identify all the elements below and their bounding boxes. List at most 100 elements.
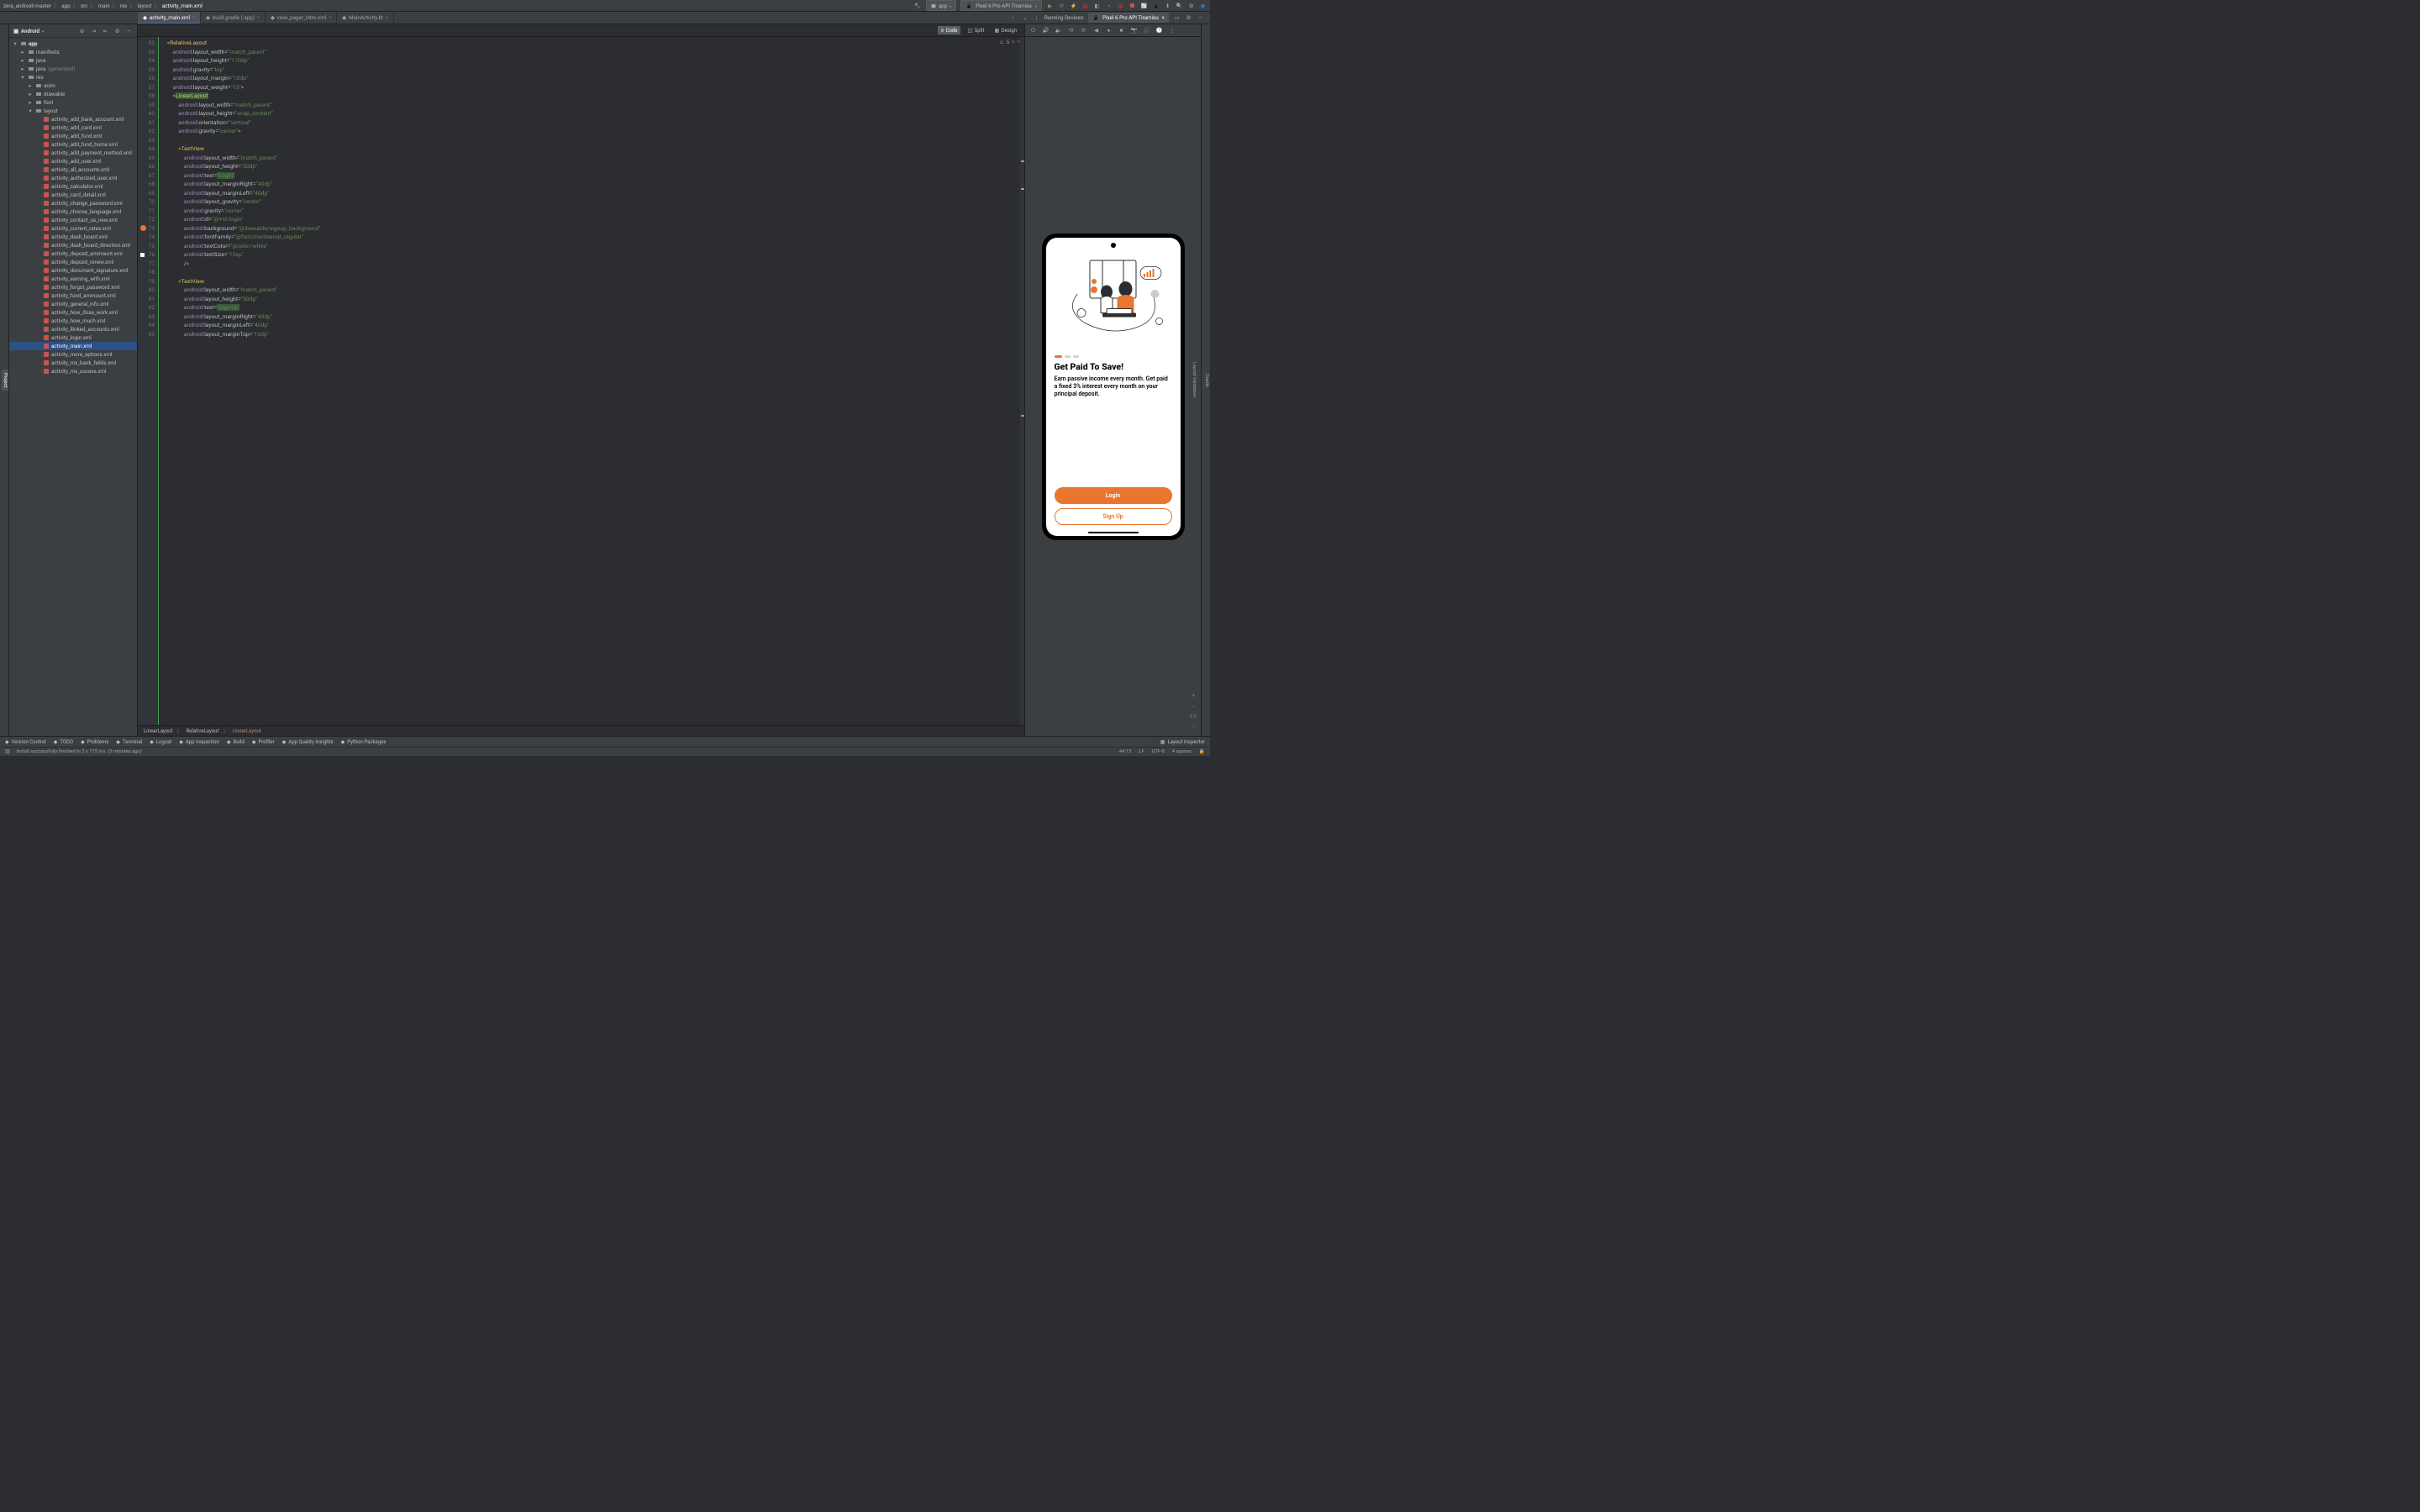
tree-file[interactable]: activity_change_password.xml xyxy=(9,199,137,207)
tool-window-tab[interactable]: Gradle xyxy=(1203,370,1210,391)
project-view-selector[interactable]: ▣ Android xyxy=(13,28,44,34)
home-icon[interactable]: ● xyxy=(1105,27,1113,34)
bottom-tool-button[interactable]: ◆Build xyxy=(227,739,245,745)
tree-root[interactable]: ▾app xyxy=(9,39,137,48)
vol-up-icon[interactable]: 🔊 xyxy=(1042,27,1050,34)
bottom-tool-button[interactable]: ◆App Inspection xyxy=(179,739,219,745)
bottom-tool-button[interactable]: ◆TODO xyxy=(54,739,73,745)
editor-tab[interactable]: ◆view_pager_intro.xml× xyxy=(266,12,337,24)
tree-file[interactable]: activity_authorized_user.xml xyxy=(9,174,137,182)
editor-tab[interactable]: ◆activity_main.xml× xyxy=(138,12,201,24)
code-crumb[interactable]: RelativeLayout xyxy=(186,728,218,734)
mode-split[interactable]: ◫Split xyxy=(964,26,987,34)
editor-tab[interactable]: ◆build.gradle (:app)× xyxy=(201,12,266,24)
bottom-tool-button[interactable]: ◆Python Packages xyxy=(341,739,387,745)
tree-file[interactable]: activity_mx_sucess.xml xyxy=(9,367,137,375)
tool-window-tab[interactable]: Project xyxy=(2,370,8,391)
code-text[interactable]: <RelativeLayout android:layout_width="ma… xyxy=(158,37,1024,725)
tree-file[interactable]: activity_fund_ammount.xml xyxy=(9,291,137,300)
breadcrumb-item[interactable]: res xyxy=(120,3,128,9)
tree-file[interactable]: activity_deposit_ammount.xml xyxy=(9,249,137,258)
tree-file[interactable]: activity_add_payment_method.xml xyxy=(9,149,137,157)
tree-file[interactable]: activity_main.xml xyxy=(9,342,137,350)
tree-file[interactable]: activity_how_much.xml xyxy=(9,317,137,325)
profile-icon[interactable]: ◔ xyxy=(1105,2,1113,9)
snapshot-icon[interactable]: 🕐 xyxy=(1155,27,1163,34)
tree-folder[interactable]: ▸drawable xyxy=(9,90,137,98)
tree-file[interactable]: activity_llinked_accounts.xml xyxy=(9,325,137,333)
code-breadcrumbs[interactable]: LinearLayout〉RelativeLayout〉LinearLayout xyxy=(138,725,1024,736)
signup-button[interactable]: Sign Up xyxy=(1055,508,1172,525)
build-icon[interactable]: 🔨 xyxy=(914,2,922,9)
run-config-combo[interactable]: ▣ app xyxy=(926,0,957,11)
tree-file[interactable]: activity_contact_us_new.xml xyxy=(9,216,137,224)
tree-file[interactable]: activity_current_rates.xml xyxy=(9,224,137,233)
chevron-up-icon[interactable]: ˄ xyxy=(1012,39,1015,45)
breadcrumb-item[interactable]: src xyxy=(81,3,88,9)
breadcrumb-item[interactable]: main xyxy=(98,3,110,9)
tree-file[interactable]: activity_how_dose_work.xml xyxy=(9,308,137,317)
power-icon[interactable]: ⏻ xyxy=(1029,27,1037,34)
zoom-label[interactable]: 1:1 xyxy=(1190,715,1197,720)
indent[interactable]: 4 spaces xyxy=(1172,749,1192,754)
layout-inspector-button[interactable]: ▦Layout Inspector xyxy=(1160,739,1205,745)
bottom-tool-button[interactable]: ◆App Quality Insights xyxy=(282,739,334,745)
tree-folder[interactable]: ▸font xyxy=(9,98,137,107)
tree-folder[interactable]: ▸manifests xyxy=(9,48,137,56)
tree-file[interactable]: activity_document_signature.xml xyxy=(9,266,137,275)
vol-down-icon[interactable]: 🔉 xyxy=(1055,27,1062,34)
mode-design[interactable]: ▦Design xyxy=(991,26,1020,34)
gutter[interactable]: 5253545556575859606162636465666768697071… xyxy=(138,37,158,725)
breadcrumb-item[interactable]: app xyxy=(61,3,70,9)
tree-file[interactable]: activity_add_fund_home.xml xyxy=(9,140,137,149)
tree-file[interactable]: activity_add_bank_account.xml xyxy=(9,115,137,123)
scrollbar-minimap[interactable] xyxy=(1020,37,1024,725)
editor-tab[interactable]: ◆MainActivity.kt× xyxy=(337,12,394,24)
search-icon[interactable]: 🔍 xyxy=(1176,2,1183,9)
rotate-right-icon[interactable]: ⟳ xyxy=(1080,27,1087,34)
apply-code-icon[interactable]: ⚡ xyxy=(1070,2,1077,9)
tree-file[interactable]: activity_mx_bank_feilds.xml xyxy=(9,359,137,367)
tree-file[interactable]: activity_general_info.xml xyxy=(9,300,137,308)
hide-icon[interactable]: — xyxy=(1197,14,1204,22)
device-screen[interactable]: Get Paid To Save! Earn passive income ev… xyxy=(1046,238,1181,536)
bottom-tool-button[interactable]: ◆Version Control xyxy=(5,739,46,745)
expand-icon[interactable]: ⇥ xyxy=(90,27,97,34)
bottom-tool-button[interactable]: ◆Terminal xyxy=(116,739,142,745)
avd-icon[interactable]: 📱 xyxy=(1152,2,1160,9)
debug-button[interactable]: 🐞 xyxy=(1081,2,1089,9)
inspection-badge[interactable]: ⚠ 5 ˄ ˅ xyxy=(999,39,1020,45)
settings-icon[interactable]: ⚙ xyxy=(1187,2,1195,9)
caret-position[interactable]: 44:13 xyxy=(1119,749,1131,754)
close-icon[interactable]: × xyxy=(329,15,331,20)
rotate-left-icon[interactable]: ⟲ xyxy=(1067,27,1075,34)
tree-file[interactable]: activity_card_detail.xml xyxy=(9,191,137,199)
line-ending[interactable]: LF xyxy=(1139,749,1144,754)
tree-file[interactable]: activity_add_fund.xml xyxy=(9,132,137,140)
tree-file[interactable]: activity_more_options.xml xyxy=(9,350,137,359)
bottom-tool-button[interactable]: ◆Logcat xyxy=(150,739,171,745)
tree-file[interactable]: activity_add_card.xml xyxy=(9,123,137,132)
close-icon[interactable]: × xyxy=(1162,14,1165,21)
breadcrumb-item[interactable]: zera_android-master xyxy=(3,3,51,9)
overview-icon[interactable]: ■ xyxy=(1118,27,1125,34)
gear-icon[interactable]: ⚙ xyxy=(113,27,121,34)
tree-file[interactable]: activity_deposit_renew.xml xyxy=(9,258,137,266)
tree-file[interactable]: activity_earning_with.xml xyxy=(9,275,137,283)
sdk-icon[interactable]: ⬇ xyxy=(1164,2,1171,9)
zoom-in-icon[interactable]: ＋ xyxy=(1190,691,1197,699)
stop-button[interactable] xyxy=(1128,2,1136,9)
zoom-out-icon[interactable]: − xyxy=(1190,703,1197,711)
maximize-icon[interactable]: ▭ xyxy=(1173,14,1181,22)
tool-window-icon[interactable]: ▥ xyxy=(5,749,9,754)
tree-file[interactable]: activity_choose_language.xml xyxy=(9,207,137,216)
code-crumb[interactable]: LinearLayout xyxy=(232,728,260,734)
tab-dropdown-icon[interactable]: ⌄ xyxy=(1021,14,1028,22)
tree-file[interactable]: activity_login.xml xyxy=(9,333,137,342)
gear-icon[interactable]: ⚙ xyxy=(1185,14,1192,22)
running-device-tab[interactable]: 📱 Pixel 6 Pro API Tiramisu × xyxy=(1088,13,1169,23)
apply-changes-icon[interactable]: ⟳ xyxy=(1058,2,1065,9)
tree-file[interactable]: activity_dash_board_direction.xml xyxy=(9,241,137,249)
code-crumb[interactable]: LinearLayout xyxy=(144,728,172,734)
tab-more-icon[interactable]: ⋮ xyxy=(1033,14,1040,22)
